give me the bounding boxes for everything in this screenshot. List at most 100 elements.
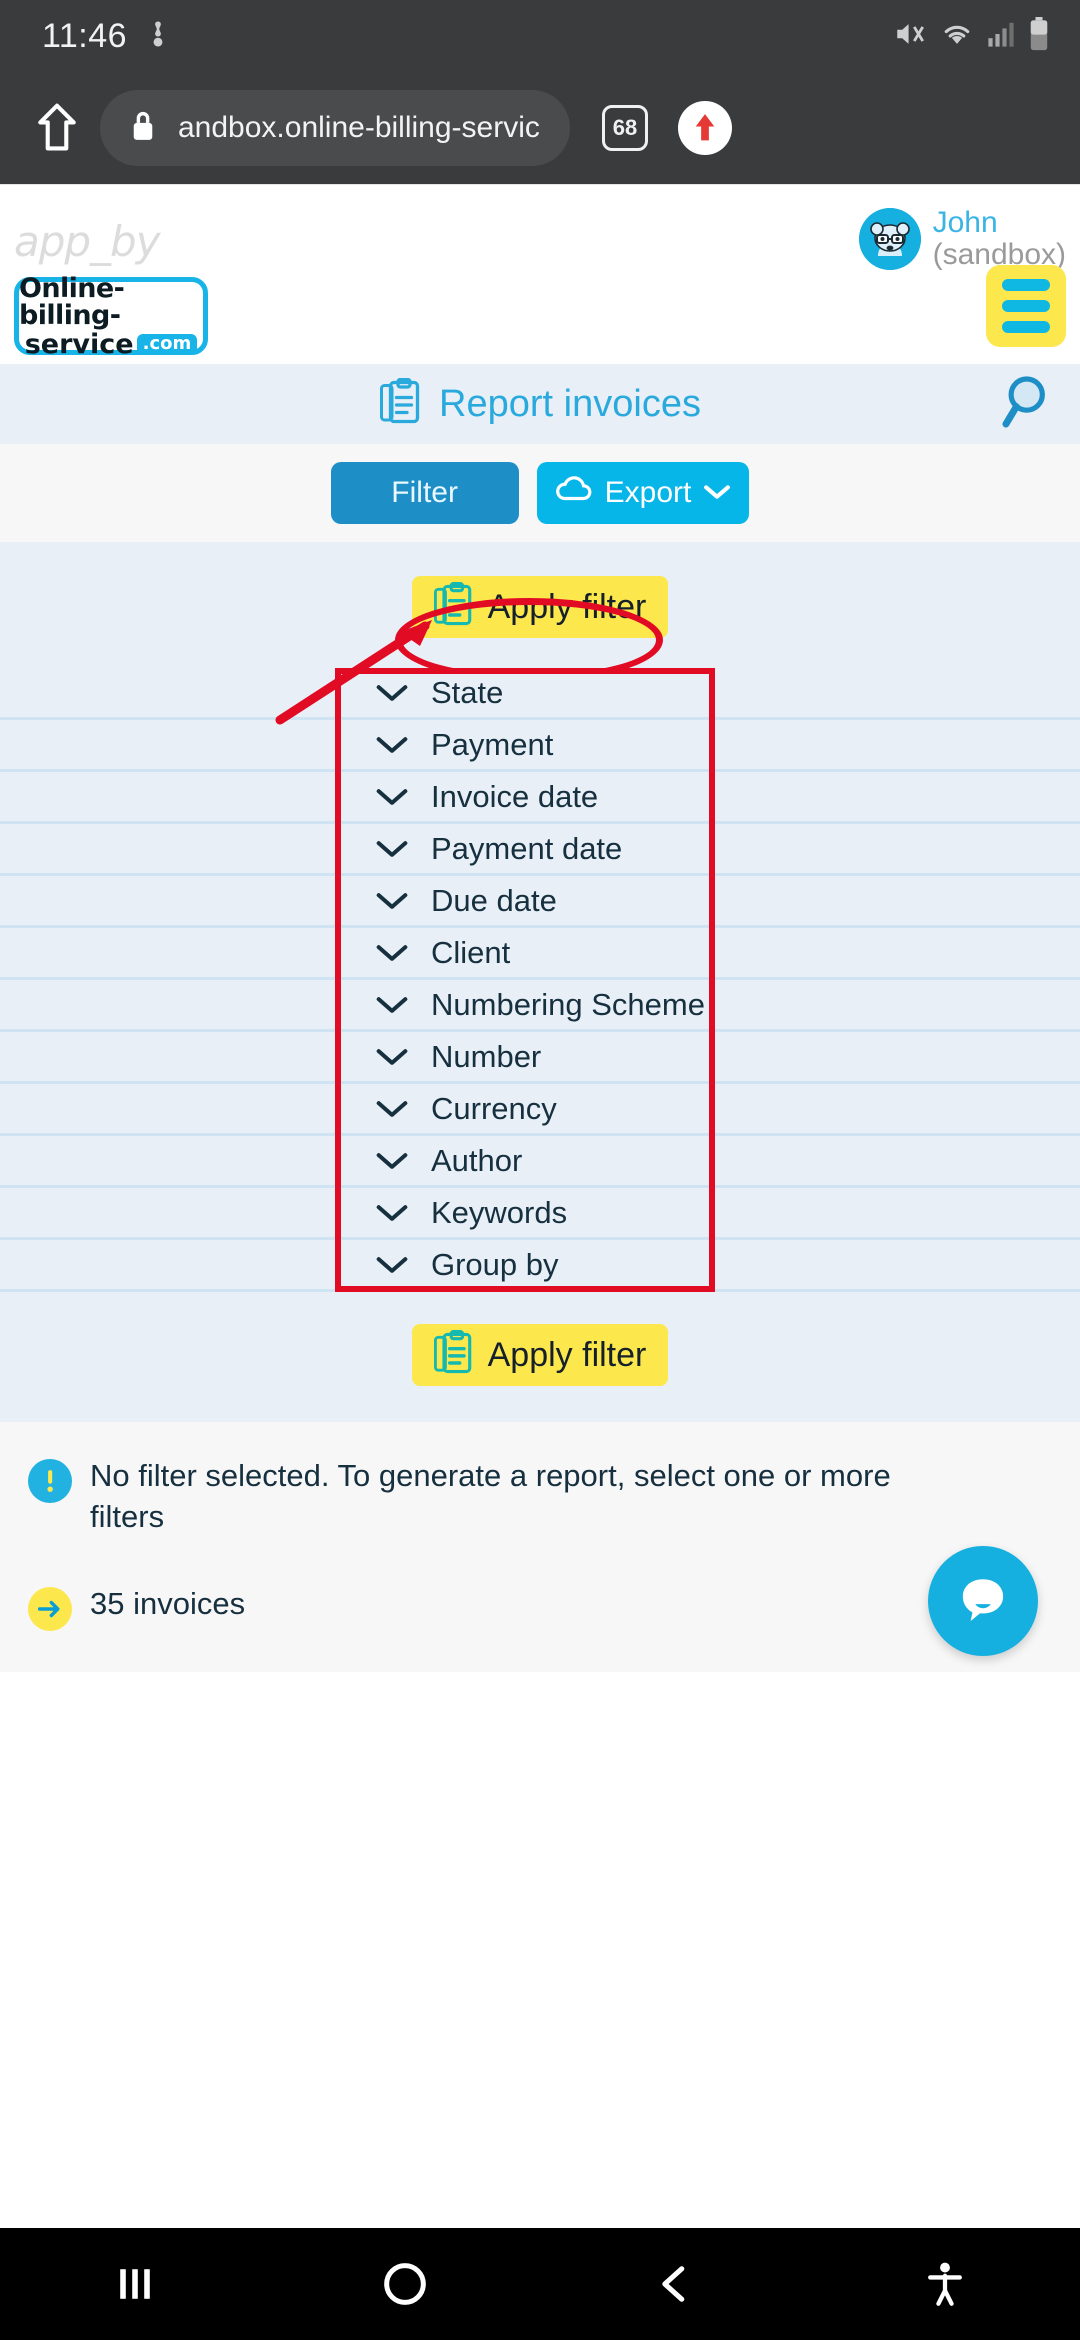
no-filter-notice-text: No filter selected. To generate a report… [90, 1458, 891, 1534]
lock-icon [130, 109, 156, 148]
clipboard-icon [433, 581, 474, 633]
filter-item-state[interactable]: State [0, 668, 1080, 720]
filter-item-numbering-scheme[interactable]: Numbering Scheme [0, 980, 1080, 1032]
filter-item-invoice-date[interactable]: Invoice date [0, 772, 1080, 824]
export-label: Export [604, 476, 692, 509]
logo-row: Online-billing- service .com [0, 265, 1080, 365]
apply-filter-label-top: Apply filter [487, 587, 647, 626]
cloud-icon [555, 476, 593, 510]
clipboard-icon [433, 1329, 474, 1381]
chevron-down-icon [703, 476, 731, 510]
invoice-count-notice: 35 invoices [28, 1584, 1052, 1631]
filter-item-label: Number [431, 1038, 542, 1074]
android-status-bar: 11:46 [0, 0, 1080, 72]
apply-filter-label-bottom: Apply filter [487, 1335, 647, 1374]
user-name: John [932, 206, 998, 239]
filter-item-label: Payment date [431, 830, 623, 866]
site-logo[interactable]: Online-billing- service .com [14, 272, 208, 358]
chevron-down-icon [375, 1047, 411, 1067]
chevron-down-icon [375, 839, 411, 859]
clipboard-icon [379, 377, 423, 431]
chevron-down-icon [375, 943, 411, 963]
filter-panel: Apply filter State Payment Invoice date … [0, 542, 1080, 1422]
filter-item-label: Author [431, 1142, 523, 1178]
export-button[interactable]: Export [536, 462, 750, 524]
chevron-down-icon [375, 891, 411, 911]
chevron-down-icon [375, 995, 411, 1015]
hamburger-bar-1 [1002, 279, 1050, 291]
filter-item-payment-date[interactable]: Payment date [0, 824, 1080, 876]
tab-count-button[interactable]: 68 [602, 105, 648, 151]
filter-item-label: Group by [431, 1246, 559, 1282]
upload-arrow-icon[interactable] [678, 101, 732, 155]
invoice-count-text: 35 invoices [90, 1585, 246, 1621]
filter-item-client[interactable]: Client [0, 928, 1080, 980]
filter-item-label: Invoice date [431, 778, 599, 814]
logo-line-2: service .com [25, 331, 198, 358]
chevron-down-icon [375, 1203, 411, 1223]
home-icon[interactable] [22, 102, 92, 154]
chat-bubble-icon[interactable] [928, 1546, 1038, 1656]
avatar [858, 207, 921, 270]
browser-url-bar: andbox.online-billing-service.com 68 [0, 72, 1080, 184]
filter-item-author[interactable]: Author [0, 1136, 1080, 1188]
battery-icon [1028, 16, 1050, 56]
accessibility-icon[interactable] [855, 2228, 1035, 2340]
back-icon[interactable] [585, 2228, 765, 2340]
status-bar-clock: 11:46 [42, 16, 128, 55]
search-icon[interactable] [1000, 376, 1050, 433]
mute-icon [893, 19, 927, 54]
chevron-down-icon [375, 1255, 411, 1275]
apply-filter-button-bottom[interactable]: Apply filter [411, 1324, 669, 1386]
app-by-label: app_by [14, 217, 161, 266]
phone-screen: 11:46 andbox.online-billing-servic 68 ap… [0, 0, 1080, 2340]
apply-filter-button-top[interactable]: Apply filter [411, 576, 669, 638]
filter-item-keywords[interactable]: Keywords [0, 1188, 1080, 1240]
home-circle-icon[interactable] [315, 2228, 495, 2340]
status-bar-left: 11:46 [42, 17, 173, 56]
filter-button[interactable]: Filter [330, 462, 519, 524]
filter-item-group-by[interactable]: Group by [0, 1240, 1080, 1292]
hamburger-bar-3 [1002, 321, 1050, 333]
chevron-down-icon [375, 1151, 411, 1171]
filter-item-number[interactable]: Number [0, 1032, 1080, 1084]
status-bar-right [893, 16, 1050, 56]
no-filter-notice: No filter selected. To generate a report… [28, 1456, 1052, 1538]
page-title-bar: Report invoices [0, 364, 1080, 444]
wifi-icon [940, 19, 974, 54]
page-title-group: Report invoices [379, 377, 701, 431]
filter-item-payment[interactable]: Payment [0, 720, 1080, 772]
site-header: app_by John (sandbox) Online-billing- se… [0, 184, 1080, 364]
url-text: andbox.online-billing-service.com [178, 111, 540, 144]
apply-filter-row-top: Apply filter [0, 576, 1080, 682]
filter-item-label: State [431, 674, 504, 710]
logo-line-1: Online-billing- [19, 272, 125, 331]
android-nav-bar [0, 2228, 1080, 2340]
user-account-button[interactable]: John (sandbox) [858, 207, 1066, 270]
notice-area: No filter selected. To generate a report… [0, 1422, 1080, 1672]
page-title: Report invoices [439, 382, 701, 425]
filter-item-currency[interactable]: Currency [0, 1084, 1080, 1136]
chevron-down-icon [375, 735, 411, 755]
arrow-right-icon [28, 1586, 72, 1631]
filter-item-due-date[interactable]: Due date [0, 876, 1080, 928]
chevron-down-icon [375, 1099, 411, 1119]
filter-item-label: Client [431, 934, 511, 970]
hamburger-bar-2 [1002, 300, 1050, 312]
url-input[interactable]: andbox.online-billing-service.com [100, 90, 570, 166]
vibrate-off-icon [143, 17, 173, 56]
logo-com-badge: .com [136, 333, 198, 355]
logo-service-text: service [24, 328, 134, 360]
hamburger-menu-icon[interactable] [986, 265, 1066, 347]
user-name-block: John (sandbox) [933, 207, 1066, 270]
filter-item-label: Currency [431, 1090, 557, 1126]
filter-item-label: Numbering Scheme [431, 986, 705, 1022]
filter-item-label: Due date [431, 882, 557, 918]
toolbar: Filter Export [0, 444, 1080, 542]
recents-icon[interactable] [45, 2228, 225, 2340]
cellular-signal-icon [987, 19, 1015, 54]
chevron-down-icon [375, 787, 411, 807]
apply-filter-row-bottom: Apply filter [0, 1324, 1080, 1386]
filter-item-label: Payment [431, 726, 554, 762]
filter-accordion-list: State Payment Invoice date Payment date … [0, 668, 1080, 1292]
